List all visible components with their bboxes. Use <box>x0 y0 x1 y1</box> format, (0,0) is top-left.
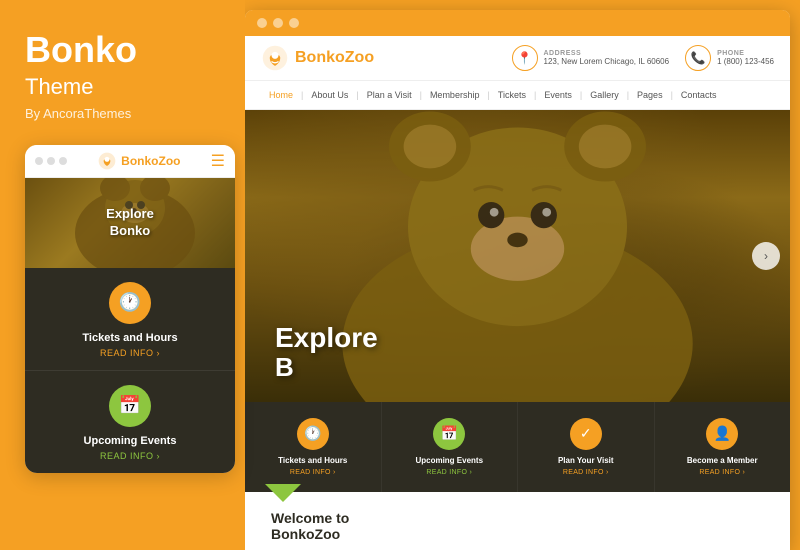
fbi-visit-icon: ✓ <box>570 418 602 450</box>
fbi-events-link[interactable]: READ INFO › <box>426 469 472 476</box>
mobile-dot-2 <box>47 157 55 165</box>
theme-by: By AncoraThemes <box>25 106 225 121</box>
mobile-feature2-title: Upcoming Events <box>84 435 177 447</box>
hero-text: Explore B <box>245 303 790 402</box>
nav-membership[interactable]: Membership <box>422 86 488 104</box>
mobile-feature2-link[interactable]: READ INFO › <box>100 451 160 461</box>
theme-title: Bonko <box>25 30 225 70</box>
nav-contacts[interactable]: Contacts <box>673 86 725 104</box>
desktop-logo-svg <box>261 44 289 72</box>
welcome-title: Welcome to <box>271 510 349 526</box>
mobile-hero: Explore Bonko <box>25 178 235 268</box>
desktop-logo-text: BonkoZoo <box>295 49 374 67</box>
welcome-text: Welcome to BonkoZoo <box>271 510 349 542</box>
nav-pages[interactable]: Pages <box>629 86 671 104</box>
mobile-logo-icon <box>97 151 117 171</box>
nav-home[interactable]: Home <box>261 86 301 104</box>
contact-phone-info: PHONE 1 (800) 123-456 <box>717 50 774 66</box>
desktop-logo: BonkoZoo <box>261 44 374 72</box>
mobile-mockup: BonkoZoo ☰ Explore Bonko <box>25 145 235 473</box>
mobile-feature-events: 📅 Upcoming Events READ INFO › <box>25 370 235 473</box>
contact-address-info: ADDRESS 123, New Lorem Chicago, IL 60606 <box>544 50 670 66</box>
mobile-hero-text: Explore Bonko <box>106 206 154 240</box>
fbi-member-title: Become a Member <box>687 456 758 466</box>
phone-icon: 📞 <box>685 45 711 71</box>
theme-subtitle: Theme <box>25 74 225 100</box>
mobile-feature-tickets: 🕐 Tickets and Hours READ INFO › <box>25 268 235 370</box>
phone-label: PHONE <box>717 50 774 57</box>
nav-plan[interactable]: Plan a Visit <box>359 86 420 104</box>
feature-bar-tickets: 🕐 Tickets and Hours READ INFO › <box>245 402 382 492</box>
desktop-logo-part1: Bonko <box>295 49 345 66</box>
fbi-events-title: Upcoming Events <box>415 456 483 466</box>
fbi-tickets-icon: 🕐 <box>297 418 329 450</box>
tickets-icon-circle: 🕐 <box>109 282 151 324</box>
hero-line1: Explore <box>275 322 378 353</box>
mobile-feature1-link[interactable]: READ INFO › <box>100 348 160 358</box>
nav-about[interactable]: About Us <box>303 86 356 104</box>
desktop-hero: Explore B › <box>245 110 790 402</box>
address-value: 123, New Lorem Chicago, IL 60606 <box>544 57 670 66</box>
desktop-logo-part2: Zoo <box>345 49 374 66</box>
address-label: ADDRESS <box>544 50 670 57</box>
mobile-logo-part2: Zoo <box>159 154 181 168</box>
features-bar: 🕐 Tickets and Hours READ INFO › 📅 Upcomi… <box>245 402 790 492</box>
nav-gallery[interactable]: Gallery <box>582 86 627 104</box>
nav-events[interactable]: Events <box>536 86 580 104</box>
fbi-tickets-link[interactable]: READ INFO › <box>290 469 336 476</box>
contact-phone-item: 📞 PHONE 1 (800) 123-456 <box>685 45 774 71</box>
feature-bar-visit: ✓ Plan Your Visit READ INFO › <box>518 402 655 492</box>
titlebar-dot-1 <box>257 18 267 28</box>
welcome-subtitle: BonkoZoo <box>271 526 349 542</box>
mobile-dots <box>35 157 67 165</box>
fbi-tickets-title: Tickets and Hours <box>278 456 347 466</box>
hamburger-icon[interactable]: ☰ <box>211 151 225 171</box>
desktop-bottom: Welcome to BonkoZoo <box>245 492 790 550</box>
hero-next-arrow[interactable]: › <box>752 242 780 270</box>
events-icon-circle: 📅 <box>109 385 151 427</box>
fbi-visit-link[interactable]: READ INFO › <box>563 469 609 476</box>
mobile-dot-3 <box>59 157 67 165</box>
hero-line2: B <box>275 353 760 382</box>
location-icon: 📍 <box>512 45 538 71</box>
mobile-logo-text: BonkoZoo <box>121 154 180 168</box>
titlebar-dot-2 <box>273 18 283 28</box>
titlebar-dot-3 <box>289 18 299 28</box>
fbi-visit-title: Plan Your Visit <box>558 456 614 466</box>
feature-bar-member: 👤 Become a Member READ INFO › <box>655 402 791 492</box>
mobile-logo-part1: Bonko <box>121 154 158 168</box>
desktop-contact: 📍 ADDRESS 123, New Lorem Chicago, IL 606… <box>512 45 775 71</box>
phone-value: 1 (800) 123-456 <box>717 57 774 66</box>
mobile-logo: BonkoZoo <box>97 151 180 171</box>
desktop-top-bar: BonkoZoo 📍 ADDRESS 123, New Lorem Chicag… <box>245 36 790 81</box>
desktop-nav: Home | About Us | Plan a Visit | Members… <box>245 81 790 110</box>
desktop-titlebar <box>245 10 790 36</box>
mobile-header: BonkoZoo ☰ <box>25 145 235 178</box>
mobile-feature1-title: Tickets and Hours <box>82 332 177 344</box>
fbi-member-icon: 👤 <box>706 418 738 450</box>
contact-address-item: 📍 ADDRESS 123, New Lorem Chicago, IL 606… <box>512 45 670 71</box>
nav-tickets[interactable]: Tickets <box>490 86 534 104</box>
mobile-dot-1 <box>35 157 43 165</box>
left-panel: Bonko Theme By AncoraThemes BonkoZoo ☰ <box>0 0 245 550</box>
feature-bar-events: 📅 Upcoming Events READ INFO › <box>382 402 519 492</box>
desktop-mockup: BonkoZoo 📍 ADDRESS 123, New Lorem Chicag… <box>245 10 790 550</box>
desktop-content: BonkoZoo 📍 ADDRESS 123, New Lorem Chicag… <box>245 36 790 550</box>
fbi-member-link[interactable]: READ INFO › <box>699 469 745 476</box>
green-arrow-down <box>265 484 301 502</box>
fbi-events-icon: 📅 <box>433 418 465 450</box>
